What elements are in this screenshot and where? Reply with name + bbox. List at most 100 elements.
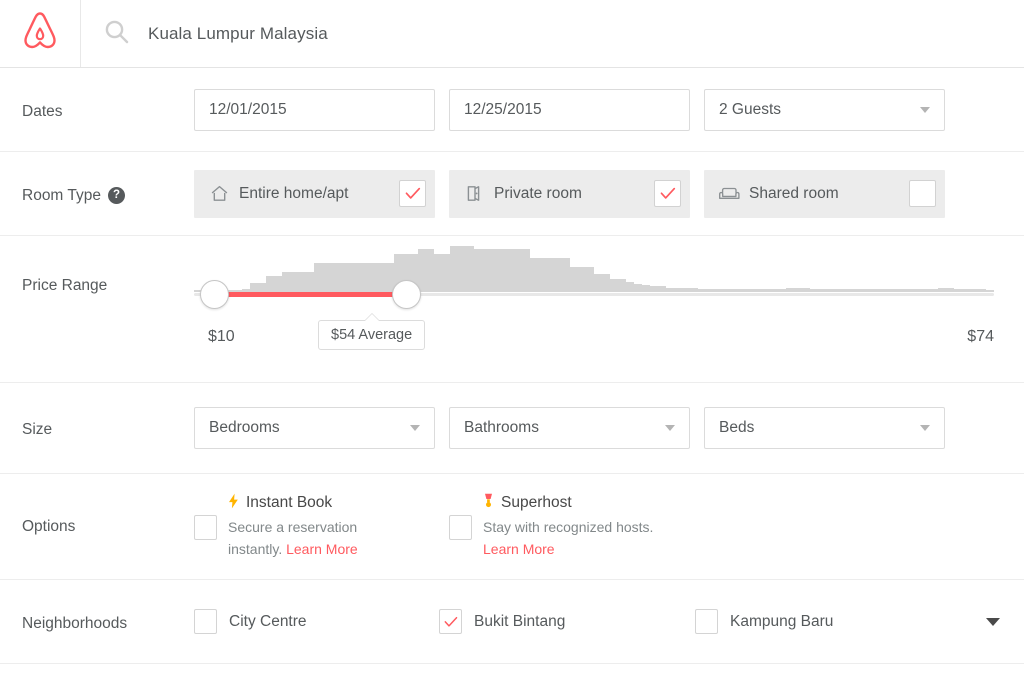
histogram-bar — [954, 288, 962, 292]
neighborhood-city-centre[interactable]: City Centre — [194, 609, 439, 634]
house-icon — [208, 184, 230, 203]
room-type-entire-home[interactable]: Entire home/apt — [194, 169, 435, 218]
room-type-private-room-label: Private room — [494, 184, 582, 202]
histogram-bar — [266, 276, 274, 292]
neighborhoods-controls: City Centre Bukit Bintang Kampung Baru — [194, 609, 1000, 634]
superhost-learn-more-link[interactable]: Learn More — [483, 541, 555, 557]
superhost-description: Stay with recognized hosts. Learn More — [483, 517, 693, 560]
dates-label: Dates — [22, 102, 63, 120]
option-superhost[interactable]: Superhost Stay with recognized hosts. Le… — [449, 493, 693, 560]
filter-row-options: Options Instant Book Secure a reservatio… — [0, 474, 1024, 580]
histogram-bar — [250, 283, 258, 292]
instant-book-description: Secure a reservation instantly. Learn Mo… — [228, 517, 398, 560]
kampung-baru-checkbox[interactable] — [695, 609, 718, 634]
histogram-bar — [938, 287, 946, 292]
size-label: Size — [22, 421, 53, 438]
histogram-bar — [586, 267, 594, 292]
histogram-bar — [746, 288, 754, 292]
filter-row-neighborhoods: Neighborhoods City Centre Bukit Bintang … — [0, 580, 1024, 664]
histogram-bar — [714, 288, 722, 292]
histogram-bar — [794, 287, 802, 292]
histogram-bar — [594, 274, 602, 292]
histogram-bar — [826, 288, 834, 292]
histogram-bar — [762, 288, 770, 292]
histogram-bar — [538, 258, 546, 292]
histogram-bar — [738, 288, 746, 292]
airbnb-logo[interactable] — [0, 0, 81, 67]
histogram-bar — [706, 288, 714, 292]
price-handle-min[interactable] — [199, 280, 229, 309]
price-range-label: Price Range — [22, 277, 108, 294]
histogram-bar — [290, 271, 298, 292]
histogram-bar — [626, 281, 634, 292]
price-slider[interactable]: $10 $74 $54 Average — [194, 244, 994, 354]
histogram-bar — [418, 249, 426, 292]
histogram-bar — [978, 288, 986, 292]
bukit-bintang-checkbox[interactable] — [439, 609, 462, 634]
price-average-tooltip: $54 Average — [318, 320, 426, 350]
beds-select[interactable]: Beds — [704, 407, 945, 449]
histogram-bar — [298, 271, 306, 292]
histogram-bar — [810, 288, 818, 292]
options-controls: Instant Book Secure a reservation instan… — [194, 493, 1000, 560]
room-type-private-room[interactable]: Private room — [449, 169, 690, 218]
search-bar[interactable]: Kuala Lumpur Malaysia — [81, 0, 1024, 67]
kampung-baru-label: Kampung Baru — [730, 612, 834, 630]
bathrooms-select[interactable]: Bathrooms — [449, 407, 690, 449]
room-type-shared-room[interactable]: Shared room — [704, 169, 945, 218]
superhost-description-text: Stay with recognized hosts. — [483, 518, 654, 535]
airbnb-belo-logo — [20, 10, 60, 57]
room-type-entire-home-checkbox[interactable] — [399, 180, 426, 207]
histogram-bar — [986, 289, 994, 292]
neighborhood-kampung-baru[interactable]: Kampung Baru — [695, 609, 895, 634]
bedrooms-select[interactable]: Bedrooms — [194, 407, 435, 449]
size-controls: Bedrooms Bathrooms Beds — [194, 407, 1000, 449]
superhost-title-row: Superhost — [483, 493, 693, 514]
chevron-down-icon — [920, 106, 930, 113]
histogram-bar — [306, 271, 314, 292]
histogram-bar — [282, 271, 290, 292]
checkout-date-value: 12/25/2015 — [464, 100, 542, 118]
checkout-date-input[interactable]: 12/25/2015 — [449, 88, 690, 131]
room-type-entire-home-label: Entire home/apt — [239, 184, 349, 202]
histogram-bar — [602, 274, 610, 292]
price-handle-max[interactable] — [391, 280, 421, 309]
histogram-bar — [330, 262, 338, 292]
checkin-date-value: 12/01/2015 — [209, 100, 287, 118]
superhost-checkbox[interactable] — [449, 514, 472, 540]
instant-book-checkbox[interactable] — [194, 514, 217, 540]
filter-row-size: Size Bedrooms Bathrooms Beds — [0, 383, 1024, 474]
price-max-label: $74 — [967, 328, 994, 345]
neighborhood-bukit-bintang[interactable]: Bukit Bintang — [439, 609, 695, 634]
histogram-bar — [562, 258, 570, 292]
histogram-bar — [946, 287, 954, 292]
search-icon — [103, 18, 130, 50]
histogram-bar — [530, 258, 538, 292]
checkin-date-input[interactable]: 12/01/2015 — [194, 88, 435, 131]
instant-book-title-row: Instant Book — [228, 493, 398, 514]
histogram-bar — [866, 288, 874, 292]
city-centre-checkbox[interactable] — [194, 609, 217, 634]
option-instant-book[interactable]: Instant Book Secure a reservation instan… — [194, 493, 449, 560]
chevron-down-icon[interactable] — [986, 617, 1000, 626]
search-input[interactable]: Kuala Lumpur Malaysia — [148, 24, 328, 44]
chevron-down-icon — [410, 425, 420, 431]
histogram-bar — [922, 288, 930, 292]
histogram-bar — [650, 286, 658, 292]
room-type-controls: Entire home/apt Private room Shared room — [194, 169, 1000, 218]
guests-select[interactable]: 2 Guests — [704, 88, 945, 131]
superhost-title: Superhost — [501, 494, 572, 512]
help-question-icon[interactable]: ? — [107, 187, 125, 204]
histogram-bar — [842, 288, 850, 292]
histogram-bar — [258, 283, 266, 292]
filter-row-room-type: Room Type ? Entire home/apt Private room… — [0, 152, 1024, 236]
histogram-bar — [778, 288, 786, 292]
neighborhoods-label: Neighborhoods — [22, 614, 128, 632]
histogram-bar — [874, 288, 882, 292]
histogram-bar — [474, 249, 482, 292]
room-type-private-room-checkbox[interactable] — [654, 180, 681, 207]
histogram-bar — [522, 249, 530, 292]
room-type-shared-room-checkbox[interactable] — [909, 180, 936, 207]
instant-book-learn-more-link[interactable]: Learn More — [286, 541, 358, 557]
histogram-bar — [362, 262, 370, 292]
